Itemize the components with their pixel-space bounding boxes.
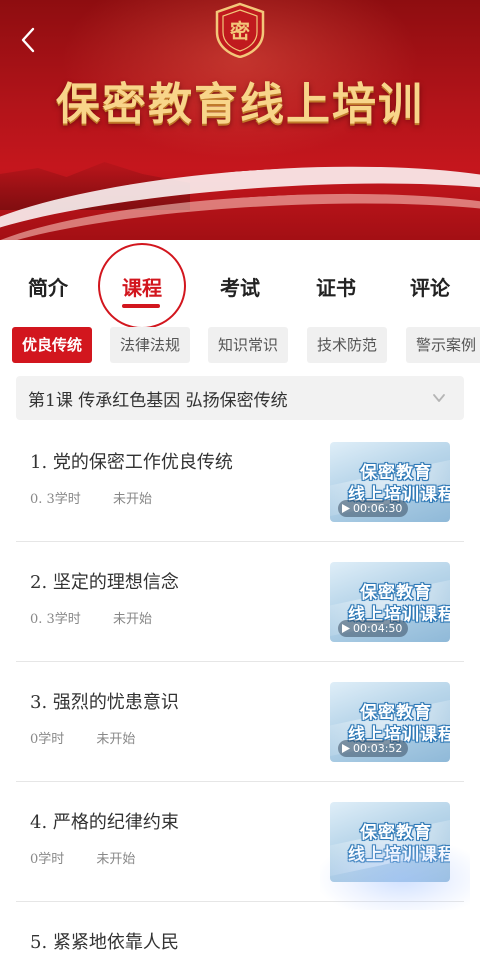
course-hours: 0学时 [30, 852, 65, 867]
course-meta: 0. 3学时 未开始 [30, 608, 180, 627]
chevron-left-icon [21, 27, 35, 53]
tab-exam[interactable]: 考试 [220, 272, 260, 301]
lesson-title: 第1课 传承红色基因 弘扬保密传统 [28, 391, 288, 411]
course-status: 未开始 [112, 612, 152, 627]
watermark [320, 840, 470, 910]
course-hours: 0. 3学时 [30, 492, 81, 507]
course-thumbnail[interactable]: 保密教育 线上培训课程 00:04:50 [330, 562, 450, 642]
video-duration: 00:04:50 [353, 622, 403, 635]
course-meta: 0学时 未开始 [30, 848, 163, 867]
course-meta: 0. 3学时 未开始 [30, 488, 180, 507]
play-icon [342, 624, 350, 633]
svg-text:密: 密 [230, 19, 250, 43]
course-status: 未开始 [96, 732, 136, 747]
course-title: 5. 紧紧地依靠人民 [30, 932, 179, 953]
play-icon [342, 504, 350, 513]
banner-title: 保密教育线上培训 [56, 79, 424, 130]
course-tabs: 简介 课程 考试 证书 评论 [0, 260, 480, 310]
course-hours: 0. 3学时 [30, 612, 81, 627]
chip-tradition[interactable]: 优良传统 [12, 327, 93, 363]
tab-comments[interactable]: 评论 [410, 272, 450, 301]
lesson-header[interactable]: 第1课 传承红色基因 弘扬保密传统 [16, 376, 464, 420]
play-icon [342, 744, 350, 753]
course-item[interactable]: 2. 坚定的理想信念 0. 3学时 未开始 保密教育 线上培训课程 00:04:… [16, 542, 464, 662]
course-item[interactable]: 5. 紧紧地依靠人民 [16, 902, 464, 978]
tab-intro[interactable]: 简介 [28, 272, 68, 301]
chip-knowledge[interactable]: 知识常识 [208, 327, 289, 363]
course-title: 1. 党的保密工作优良传统 [30, 452, 233, 473]
tab-courses[interactable]: 课程 [122, 272, 162, 301]
course-item[interactable]: 1. 党的保密工作优良传统 0. 3学时 未开始 保密教育 线上培训课程 00:… [16, 422, 464, 542]
course-title: 2. 坚定的理想信念 [30, 572, 179, 593]
course-banner: 密 保密教育线上培训 [0, 0, 480, 240]
chip-tech-defense[interactable]: 技术防范 [307, 327, 388, 363]
course-status: 未开始 [96, 852, 136, 867]
video-duration: 00:06:30 [353, 502, 403, 515]
tab-certificate[interactable]: 证书 [316, 272, 356, 301]
chip-warning-cases[interactable]: 警示案例 [406, 327, 480, 363]
secrecy-emblem-icon: 密 [213, 2, 267, 59]
course-status: 未开始 [112, 492, 152, 507]
active-tab-indicator [122, 304, 160, 308]
course-item[interactable]: 3. 强烈的忧患意识 0学时 未开始 保密教育 线上培训课程 00:03:52 [16, 662, 464, 782]
course-thumbnail[interactable]: 保密教育 线上培训课程 00:06:30 [330, 442, 450, 522]
video-duration-badge: 00:06:30 [338, 500, 409, 517]
category-chips: 优良传统 法律法规 知识常识 技术防范 警示案例 [0, 327, 480, 363]
chevron-down-icon [433, 394, 445, 402]
course-hours: 0学时 [30, 732, 65, 747]
course-title: 4. 严格的纪律约束 [30, 812, 179, 833]
video-duration-badge: 00:04:50 [338, 620, 409, 637]
course-meta: 0学时 未开始 [30, 728, 163, 747]
video-duration-badge: 00:03:52 [338, 740, 409, 757]
course-title: 3. 强烈的忧患意识 [30, 692, 179, 713]
chip-laws[interactable]: 法律法规 [110, 327, 191, 363]
course-thumbnail[interactable]: 保密教育 线上培训课程 00:03:52 [330, 682, 450, 762]
video-duration: 00:03:52 [353, 742, 403, 755]
back-button[interactable] [14, 26, 42, 54]
